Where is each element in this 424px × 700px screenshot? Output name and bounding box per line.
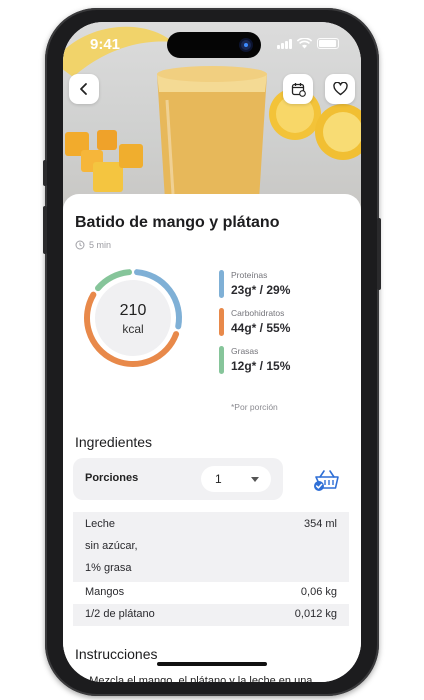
portion-note: *Por porción — [231, 402, 278, 412]
macro-value: 12g* / 15% — [231, 359, 291, 373]
macro-label: Proteínas — [231, 270, 268, 280]
signal-icon — [277, 39, 292, 49]
schedule-button[interactable] — [283, 74, 313, 104]
favorite-button[interactable] — [325, 74, 355, 104]
ingredient-name: 1/2 de plátano — [85, 608, 155, 620]
macro-label: Grasas — [231, 346, 259, 356]
heart-icon — [332, 82, 348, 96]
kcal-value: 210 — [119, 302, 147, 319]
macro-color-bar — [219, 270, 224, 298]
ingredient-name: Leche — [85, 518, 115, 530]
calendar-icon — [291, 82, 306, 97]
instruction-step: 1. Mezcla el mango, el plátano y la lech… — [77, 675, 313, 682]
dynamic-island — [167, 32, 261, 58]
ingredient-row: 1/2 de plátano 0,012 kg — [73, 604, 349, 626]
back-arrow-icon — [80, 83, 87, 95]
back-button[interactable] — [69, 74, 99, 104]
basket-icon — [314, 470, 339, 491]
portions-value: 1 — [215, 472, 222, 486]
ingredient-row: Mangos 0,06 kg — [73, 582, 349, 604]
macro-value: 23g* / 29% — [231, 283, 291, 297]
status-bar: 9:41 — [63, 22, 361, 66]
portions-select[interactable]: 1 — [201, 466, 271, 492]
status-icons — [277, 38, 339, 49]
camera-icon — [241, 40, 251, 50]
recipe-card: Batido de mango y plátano 5 min 210 kcal… — [63, 194, 361, 682]
macro-value: 44g* / 55% — [231, 321, 291, 335]
app-screen: 9:41 Batido de mango y plátano 5 min 210… — [63, 22, 361, 682]
phone-side-button — [43, 206, 47, 254]
battery-icon — [317, 38, 339, 49]
clock-icon — [75, 240, 85, 250]
portions-label: Porciones — [85, 472, 139, 484]
recipe-title: Batido de mango y plátano — [75, 214, 280, 231]
prep-time: 5 min — [75, 240, 111, 250]
kcal-unit: kcal — [122, 322, 144, 336]
ingredient-name: 1% grasa — [85, 562, 132, 574]
prep-time-label: 5 min — [89, 240, 112, 250]
wifi-icon — [297, 38, 312, 49]
macro-label: Carbohidratos — [231, 308, 285, 318]
ingredient-qty: 354 ml — [303, 518, 337, 530]
ingredient-qty: 0,012 kg — [294, 608, 337, 620]
ingredients-heading: Ingredientes — [75, 434, 153, 450]
add-to-basket-button[interactable] — [313, 468, 341, 492]
instructions-heading: Instrucciones — [75, 646, 158, 662]
macro-color-bar — [219, 308, 224, 336]
chevron-down-icon — [251, 477, 259, 482]
macro-color-bar — [219, 346, 224, 374]
status-time: 9:41 — [90, 36, 121, 53]
phone-side-button — [43, 160, 47, 186]
portions-row: Porciones 1 — [73, 458, 283, 500]
ingredient-name: Mangos — [85, 586, 125, 598]
phone-side-button — [377, 218, 381, 290]
ingredient-qty: 0,06 kg — [300, 586, 337, 598]
home-indicator[interactable] — [157, 662, 267, 666]
ingredient-name: sin azúcar, — [85, 540, 138, 552]
ingredient-row: Leche sin azúcar, 1% grasa 354 ml — [73, 512, 349, 582]
